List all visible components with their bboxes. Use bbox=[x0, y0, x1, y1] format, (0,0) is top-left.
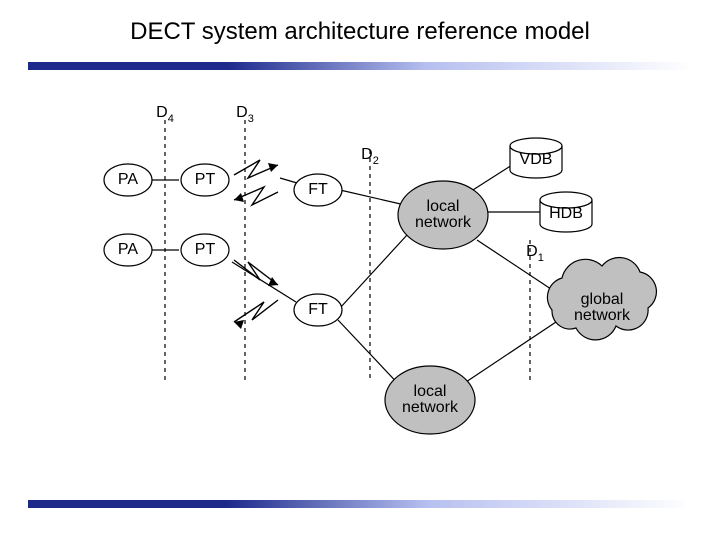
radio-link-lower bbox=[232, 260, 296, 329]
d1-label: D1 bbox=[526, 243, 544, 264]
ft-node-2: FT bbox=[308, 301, 328, 318]
architecture-diagram: D4 D3 D2 D1 bbox=[0, 0, 720, 540]
pa-node-1: PA bbox=[118, 171, 138, 188]
radio-link-upper bbox=[234, 160, 297, 205]
hdb-node: HDB bbox=[540, 192, 592, 232]
svg-text:VDB: VDB bbox=[520, 151, 553, 168]
slide: DECT system architecture reference model… bbox=[0, 0, 720, 540]
svg-text:HDB: HDB bbox=[549, 205, 583, 222]
ft-node-1: FT bbox=[308, 181, 328, 198]
pt-node-2: PT bbox=[195, 241, 216, 258]
vdb-node: VDB bbox=[510, 138, 562, 178]
d2-label: D2 bbox=[361, 146, 379, 167]
pt-node-1: PT bbox=[195, 171, 216, 188]
pa-node-2: PA bbox=[118, 241, 138, 258]
global-network-node: globalnetwork bbox=[547, 258, 656, 340]
global-network-label: globalnetwork bbox=[574, 291, 631, 324]
